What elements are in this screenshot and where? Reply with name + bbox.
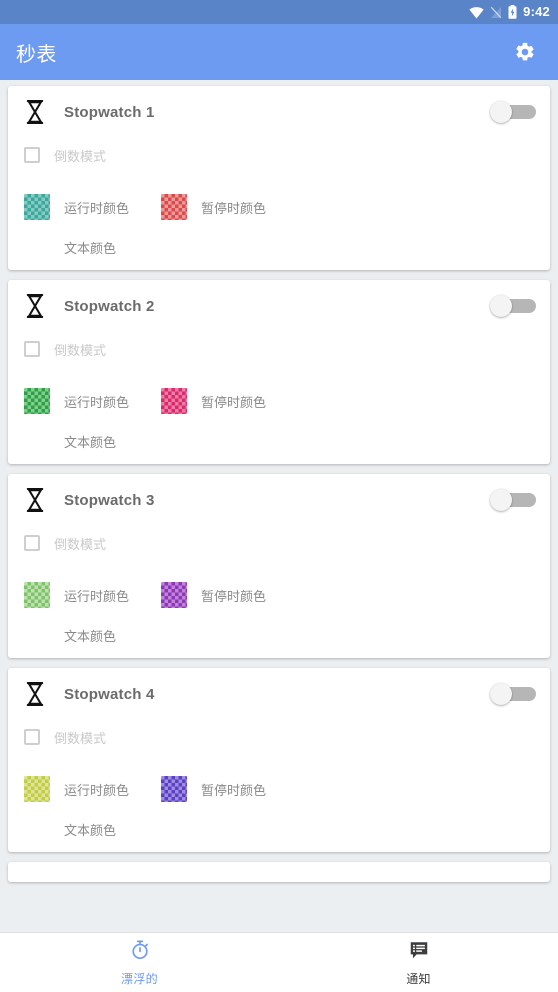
app-bar: 秒表 [0,24,558,80]
text-color-row[interactable]: 文本颜色 [8,806,550,844]
stopwatch-list[interactable]: Stopwatch 1 倒数模式 运行时颜色 暂停时颜色 文本颜色 Stopwa… [0,80,558,932]
countdown-mode-label: 倒数模式 [54,342,107,358]
hourglass-icon [24,99,46,125]
countdown-mode-checkbox[interactable] [24,729,40,745]
color-row: 运行时颜色 暂停时颜色 [8,172,550,224]
card-title: Stopwatch 4 [64,685,155,703]
running-color-label: 运行时颜色 [64,588,130,604]
nav-item-floating-label: 漂浮的 [121,971,158,986]
wifi-icon [469,6,484,19]
running-color-item[interactable]: 运行时颜色 [24,388,129,414]
hourglass-icon [24,293,46,319]
notification-message-icon [408,939,430,966]
card-title: Stopwatch 3 [64,491,155,509]
text-color-row[interactable]: 文本颜色 [8,418,550,456]
page-title: 秒表 [16,43,57,66]
card-header: Stopwatch 2 [8,280,550,332]
running-color-label: 运行时颜色 [64,782,130,798]
hourglass-icon [24,487,46,513]
countdown-mode-row[interactable]: 倒数模式 [8,138,550,172]
running-color-swatch[interactable] [24,388,50,414]
bottom-navigation: 漂浮的 通知 [0,932,558,992]
signal-off-icon [490,6,502,19]
text-color-label: 文本颜色 [64,434,117,450]
app-root: 9:42 秒表 Stopwatch 1 倒数模式 运行时颜色 暂停时颜色 文本颜… [0,0,558,992]
stopwatch-card[interactable]: Stopwatch 2 倒数模式 运行时颜色 暂停时颜色 文本颜色 [8,280,550,464]
stopwatch-card[interactable]: Stopwatch 3 倒数模式 运行时颜色 暂停时颜色 文本颜色 [8,474,550,658]
paused-color-item[interactable]: 暂停时颜色 [161,582,266,608]
countdown-mode-row[interactable]: 倒数模式 [8,720,550,754]
nav-item-floating[interactable]: 漂浮的 [0,933,279,992]
status-bar: 9:42 [0,0,558,24]
card-header: Stopwatch 4 [8,668,550,720]
hourglass-icon [24,681,46,707]
card-title: Stopwatch 1 [64,103,155,121]
running-color-label: 运行时颜色 [64,200,130,216]
toggle-thumb [490,683,512,705]
countdown-mode-label: 倒数模式 [54,730,107,746]
paused-color-item[interactable]: 暂停时颜色 [161,388,266,414]
text-color-label: 文本颜色 [64,240,117,256]
countdown-mode-checkbox[interactable] [24,341,40,357]
toggle-thumb [490,489,512,511]
paused-color-label: 暂停时颜色 [201,782,267,798]
paused-color-item[interactable]: 暂停时颜色 [161,194,266,220]
status-bar-clock: 9:42 [523,4,550,19]
stopwatch-icon [129,939,151,966]
card-header: Stopwatch 1 [8,86,550,138]
paused-color-item[interactable]: 暂停时颜色 [161,776,266,802]
color-row: 运行时颜色 暂停时颜色 [8,366,550,418]
battery-charging-icon [508,5,517,19]
enable-toggle[interactable] [490,488,536,512]
paused-color-swatch[interactable] [161,776,188,802]
paused-color-swatch[interactable] [161,388,188,414]
gear-icon[interactable] [508,35,542,69]
color-row: 运行时颜色 暂停时颜色 [8,754,550,806]
running-color-swatch[interactable] [24,776,50,802]
toggle-thumb [490,295,512,317]
countdown-mode-label: 倒数模式 [54,536,107,552]
text-color-label: 文本颜色 [64,628,117,644]
nav-item-notification-label: 通知 [406,971,431,986]
toggle-thumb [490,101,512,123]
running-color-swatch[interactable] [24,194,50,220]
paused-color-label: 暂停时颜色 [201,588,267,604]
stopwatch-card[interactable]: Stopwatch 4 倒数模式 运行时颜色 暂停时颜色 文本颜色 [8,668,550,852]
nav-item-notification[interactable]: 通知 [279,933,558,992]
countdown-mode-row[interactable]: 倒数模式 [8,526,550,560]
text-color-row[interactable]: 文本颜色 [8,612,550,650]
paused-color-label: 暂停时颜色 [201,200,267,216]
paused-color-label: 暂停时颜色 [201,394,267,410]
text-color-label: 文本颜色 [64,822,117,838]
countdown-mode-label: 倒数模式 [54,148,107,164]
running-color-item[interactable]: 运行时颜色 [24,194,129,220]
enable-toggle[interactable] [490,682,536,706]
paused-color-swatch[interactable] [161,582,188,608]
enable-toggle[interactable] [490,100,536,124]
card-title: Stopwatch 2 [64,297,155,315]
card-header: Stopwatch 3 [8,474,550,526]
running-color-item[interactable]: 运行时颜色 [24,582,129,608]
running-color-item[interactable]: 运行时颜色 [24,776,129,802]
color-row: 运行时颜色 暂停时颜色 [8,560,550,612]
countdown-mode-row[interactable]: 倒数模式 [8,332,550,366]
countdown-mode-checkbox[interactable] [24,535,40,551]
running-color-label: 运行时颜色 [64,394,130,410]
stopwatch-card-partial[interactable] [8,862,550,882]
paused-color-swatch[interactable] [161,194,188,220]
text-color-row[interactable]: 文本颜色 [8,224,550,262]
stopwatch-card[interactable]: Stopwatch 1 倒数模式 运行时颜色 暂停时颜色 文本颜色 [8,86,550,270]
enable-toggle[interactable] [490,294,536,318]
running-color-swatch[interactable] [24,582,50,608]
countdown-mode-checkbox[interactable] [24,147,40,163]
